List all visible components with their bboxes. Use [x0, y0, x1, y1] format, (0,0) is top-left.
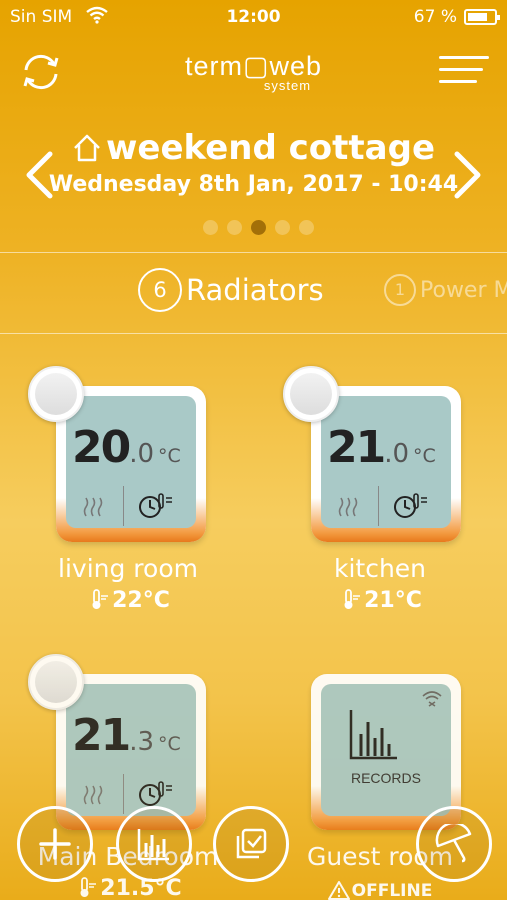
- heating-icon: [82, 784, 104, 810]
- heating-icon: [82, 496, 104, 522]
- radiator-toggle[interactable]: [28, 366, 84, 422]
- tab-radiators[interactable]: 6 Radiators: [138, 268, 324, 312]
- records-card[interactable]: RECORDS: [311, 674, 461, 830]
- battery-percent: 67 %: [413, 7, 457, 27]
- schedule-icon: [393, 492, 429, 524]
- records-label: RECORDS: [350, 770, 421, 786]
- statistics-button[interactable]: [116, 806, 192, 882]
- device-name: kitchen: [333, 554, 427, 583]
- multi-select-button[interactable]: [213, 806, 289, 882]
- location-name: weekend cottage: [105, 128, 436, 168]
- battery-icon: [464, 9, 500, 25]
- tab-power-meters[interactable]: 1 Power M: [384, 274, 507, 306]
- page-indicator: [203, 220, 323, 236]
- page-dot[interactable]: [227, 220, 242, 235]
- bar-chart-icon: [349, 708, 399, 764]
- location-title: weekend cottage: [0, 128, 507, 172]
- radiator-toggle[interactable]: [28, 654, 84, 710]
- hamburger-menu-icon[interactable]: [439, 56, 489, 88]
- thermometer-icon: [80, 877, 97, 897]
- set-temperature: 21.3 °C: [72, 710, 181, 761]
- heating-icon: [337, 496, 359, 522]
- set-temperature: 21.0 °C: [327, 422, 436, 473]
- tab-label: Radiators: [186, 273, 324, 307]
- divider: [0, 333, 507, 334]
- radiator-toggle[interactable]: [283, 366, 339, 422]
- thermometer-icon: [344, 589, 361, 609]
- location-header: weekend cottage Wednesday 8th Jan, 2017 …: [0, 128, 507, 197]
- page-dot[interactable]: [299, 220, 314, 235]
- bar-chart-icon: [137, 829, 169, 861]
- page-dot[interactable]: [203, 220, 218, 235]
- device-status: OFFLINE: [255, 880, 505, 900]
- plus-icon: [39, 828, 71, 860]
- divider: [0, 252, 507, 253]
- page-dot-active[interactable]: [251, 220, 266, 235]
- device-tabs: 6 Radiators 1 Power M: [0, 268, 507, 318]
- checkbox-stack-icon: [236, 828, 267, 859]
- set-temperature: 20.0 °C: [72, 422, 181, 473]
- tab-count: 6: [138, 268, 182, 312]
- umbrella-icon: [435, 824, 472, 863]
- logo-brand: term▢web: [184, 51, 323, 81]
- tab-count: 1: [384, 274, 416, 306]
- device-name: living room: [58, 554, 198, 583]
- ambient-temperature: 21°C: [255, 588, 505, 613]
- wifi-off-icon: [421, 688, 443, 714]
- thermometer-icon: [92, 589, 109, 609]
- home-icon: [74, 134, 100, 162]
- schedule-icon: [138, 492, 174, 524]
- location-datetime: Wednesday 8th Jan, 2017 - 10:44: [48, 172, 459, 197]
- ambient-temperature: 22°C: [3, 588, 253, 613]
- page-dot[interactable]: [275, 220, 290, 235]
- app-logo: term▢web system: [0, 52, 507, 92]
- warning-icon: [327, 881, 350, 900]
- status-bar: Sin SIM 12:00 67 %: [0, 0, 507, 36]
- add-device-button[interactable]: [17, 806, 93, 882]
- away-mode-button[interactable]: [416, 806, 492, 882]
- tab-label: Power M: [420, 277, 507, 303]
- ambient-temperature: 21.5°C: [3, 876, 253, 900]
